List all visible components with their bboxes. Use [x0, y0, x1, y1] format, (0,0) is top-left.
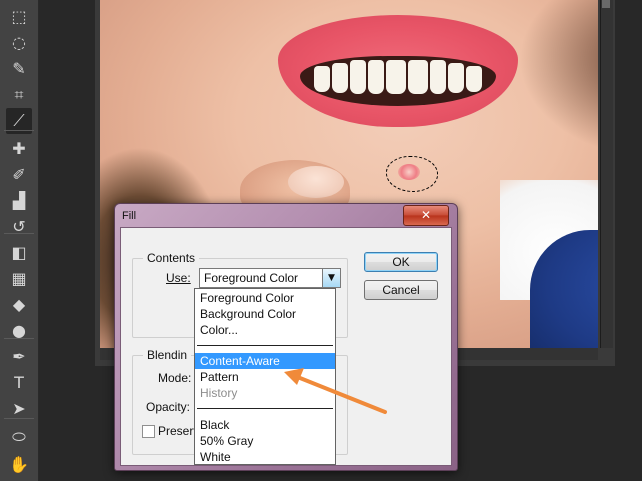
dropdown-separator	[197, 345, 333, 346]
eraser-icon[interactable]: ◧	[6, 240, 32, 266]
use-select[interactable]: Foreground Color ▼	[199, 268, 341, 288]
blending-legend: Blendin	[143, 348, 192, 362]
pen-icon[interactable]: ✒	[6, 344, 32, 370]
type-icon[interactable]: T	[6, 370, 32, 396]
history-brush-icon[interactable]: ↺	[6, 214, 32, 240]
shape-icon[interactable]: ⬭	[6, 424, 32, 450]
marquee-icon[interactable]: ⬚	[6, 4, 32, 30]
quick-selection-icon[interactable]: ✎	[6, 56, 32, 82]
lasso-selection[interactable]	[386, 156, 438, 192]
brush-icon[interactable]: ✐	[6, 162, 32, 188]
chevron-down-icon[interactable]: ▼	[322, 269, 340, 287]
preserve-transparency-checkbox[interactable]	[142, 425, 155, 438]
dodge-icon[interactable]: ●	[6, 318, 32, 344]
healing-brush-icon[interactable]: ✚	[6, 136, 32, 162]
toolbar-separator	[4, 233, 34, 234]
blur-icon[interactable]: ◆	[6, 292, 32, 318]
dropdown-separator	[197, 408, 333, 409]
lasso-icon[interactable]: ◌	[6, 30, 32, 56]
scrollbar-thumb[interactable]	[602, 0, 610, 8]
use-select-value: Foreground Color	[204, 271, 299, 285]
dropdown-item-color[interactable]: Color...	[195, 322, 335, 338]
crop-icon[interactable]: ⌗	[6, 82, 32, 108]
stamp-icon[interactable]: ▟	[6, 188, 32, 214]
vertical-scrollbar[interactable]	[600, 0, 613, 348]
dropdown-item-foreground-color[interactable]: Foreground Color	[195, 290, 335, 306]
contents-legend: Contents	[143, 251, 200, 265]
toolbar-separator	[4, 130, 34, 131]
use-dropdown-list[interactable]: Foreground Color Background Color Color.…	[194, 288, 336, 465]
opacity-label: Opacity:	[146, 400, 191, 414]
cancel-button[interactable]: Cancel	[364, 280, 438, 300]
ok-button[interactable]: OK	[364, 252, 438, 272]
image-fingernail	[288, 166, 344, 198]
dropdown-item-history: History	[200, 386, 238, 400]
use-label: Use:	[166, 271, 191, 285]
dropdown-item-pattern[interactable]: Pattern	[195, 369, 335, 385]
dropdown-item-background-color[interactable]: Background Color	[195, 306, 335, 322]
hand-icon[interactable]: ✋	[6, 452, 32, 478]
dropdown-item-50-gray[interactable]: 50% Gray	[195, 433, 335, 449]
tools-panel: ⬚ ◌ ✎ ⌗ ⟋ ✚ ✐ ▟ ↺ ◧ ▦ ◆ ● ✒ T ➤ ⬭ ✋	[0, 0, 39, 481]
gradient-icon[interactable]: ▦	[6, 266, 32, 292]
toolbar-separator	[4, 338, 34, 339]
dropdown-item-white[interactable]: White	[195, 449, 335, 465]
dialog-title: Fill	[122, 210, 137, 222]
dropdown-item-content-aware[interactable]: Content-Aware	[195, 353, 335, 369]
close-button[interactable]: ✕	[403, 205, 449, 226]
toolbar-separator	[4, 418, 34, 419]
mode-label: Mode:	[158, 371, 192, 385]
dropdown-item-black[interactable]: Black	[195, 417, 335, 433]
